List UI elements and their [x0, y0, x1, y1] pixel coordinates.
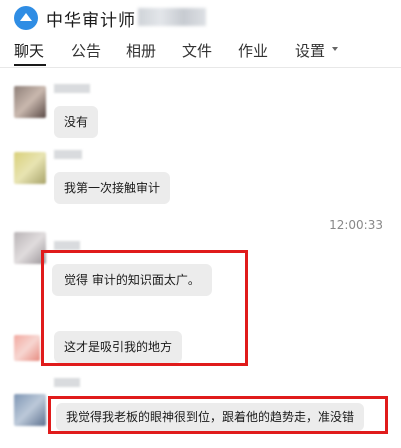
sender-name-blurred: [54, 241, 80, 250]
tab-chat[interactable]: 聊天: [14, 40, 44, 61]
avatar[interactable]: [14, 394, 46, 426]
app-title: 中华审计师: [46, 11, 136, 31]
tab-announcements[interactable]: 公告: [71, 40, 101, 61]
tab-bar: 聊天 公告 相册 文件 作业 设置: [0, 40, 401, 66]
message-bubble: 没有: [54, 106, 99, 138]
highlight-box: [48, 396, 388, 434]
avatar[interactable]: [14, 335, 40, 361]
tab-album[interactable]: 相册: [126, 40, 156, 61]
tab-settings[interactable]: 设置: [295, 40, 325, 61]
sender-name-blurred: [54, 84, 90, 93]
highlight-box: [41, 250, 248, 366]
blurred-group-name: [138, 8, 206, 26]
sender-name-blurred: [54, 378, 80, 387]
header-divider: [0, 67, 401, 68]
chevron-down-icon[interactable]: [332, 47, 338, 51]
avatar[interactable]: [14, 152, 46, 184]
sender-name-blurred: [54, 150, 82, 159]
group-header: 中华审计师 聊天 公告 相册 文件 作业 设置: [0, 0, 401, 68]
avatar[interactable]: [14, 86, 46, 118]
app-logo-icon: [14, 6, 38, 30]
tab-files[interactable]: 文件: [182, 40, 212, 61]
tab-homework[interactable]: 作业: [238, 40, 268, 61]
message-bubble: 我第一次接触审计: [54, 172, 171, 204]
active-tab-indicator: [14, 64, 46, 66]
message-timestamp: 12:00:33: [329, 218, 383, 232]
